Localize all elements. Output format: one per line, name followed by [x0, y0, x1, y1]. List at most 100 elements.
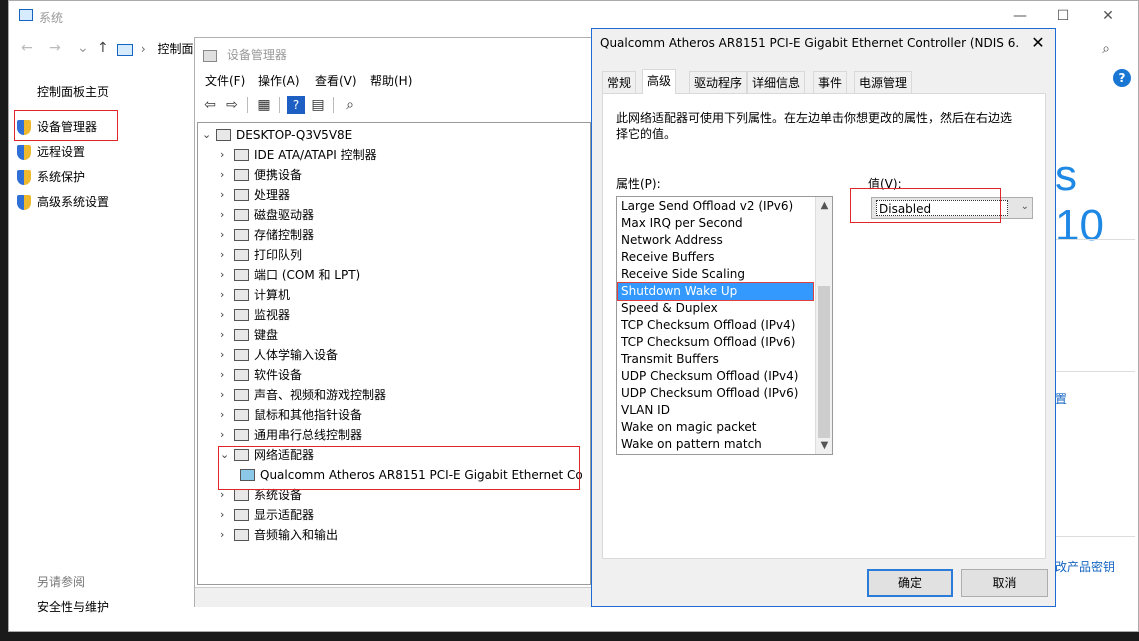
toolbar-separator: [279, 97, 280, 113]
scan-hardware-icon[interactable]: ⌕: [341, 96, 359, 114]
device-icon: [234, 189, 249, 201]
expand-chevron-icon[interactable]: ›: [220, 145, 232, 165]
tree-item-label: 人体学输入设备: [254, 348, 339, 362]
property-item[interactable]: Transmit Buffers: [618, 351, 813, 368]
property-item[interactable]: UDP Checksum Offload (IPv6): [618, 385, 813, 402]
search-icon[interactable]: ⌕: [1102, 41, 1110, 57]
description-text: 此网络适配器可使用下列属性。在左边单击你想更改的属性，然后在右边选择它的值。: [616, 111, 1013, 141]
tab-events[interactable]: 事件: [813, 71, 848, 93]
tab-advanced[interactable]: 高级: [642, 69, 677, 94]
device-icon: [234, 149, 249, 161]
device-icon: [234, 249, 249, 261]
windows-version-text: s 10: [1055, 151, 1104, 250]
help-icon[interactable]: ?: [287, 96, 305, 114]
device-icon: [234, 429, 249, 441]
collapse-chevron-icon[interactable]: ⌄: [202, 125, 214, 145]
property-item[interactable]: Large Send Offload v2 (IPv6): [618, 198, 813, 215]
remote-settings-link[interactable]: 远程设置: [15, 141, 85, 163]
control-panel-home-link[interactable]: 控制面板主页: [37, 83, 109, 100]
scroll-thumb[interactable]: [818, 286, 830, 438]
property-item[interactable]: UDP Checksum Offload (IPv4): [618, 368, 813, 385]
expand-chevron-icon[interactable]: ›: [220, 365, 232, 385]
property-item[interactable]: VLAN ID: [618, 402, 813, 419]
breadcrumb[interactable]: › 控制面: [117, 37, 193, 61]
tab-driver[interactable]: 驱动程序: [689, 71, 748, 93]
dropdown-chevron-icon[interactable]: ⌄: [77, 40, 89, 56]
link-label: 高级系统设置: [37, 195, 110, 209]
divider: [1055, 536, 1135, 537]
menu-help[interactable]: 帮助(H): [370, 72, 412, 89]
property-item[interactable]: Max IRQ per Second: [618, 215, 813, 232]
expand-chevron-icon[interactable]: ›: [220, 505, 232, 525]
scrollbar[interactable]: ▲ ▼: [815, 197, 832, 454]
property-item[interactable]: Wake on magic packet: [618, 419, 813, 436]
security-maintenance-link[interactable]: 安全性与维护: [37, 598, 109, 615]
expand-chevron-icon[interactable]: ›: [220, 405, 232, 425]
toolbar-separator: [247, 97, 248, 113]
properties-icon[interactable]: ▤: [309, 96, 327, 114]
expand-chevron-icon[interactable]: ›: [220, 265, 232, 285]
link-label: 远程设置: [37, 145, 86, 159]
expand-chevron-icon[interactable]: ›: [220, 225, 232, 245]
menu-bar: 文件(F) 操作(A) 查看(V) 帮助(H): [195, 70, 591, 90]
shield-icon: [17, 145, 31, 160]
change-product-key-link[interactable]: 改产品密钥: [1055, 558, 1115, 575]
system-title: 系统: [39, 11, 64, 25]
expand-chevron-icon[interactable]: ›: [220, 305, 232, 325]
expand-chevron-icon[interactable]: ›: [220, 245, 232, 265]
maximize-button[interactable]: ☐: [1052, 5, 1074, 27]
tab-bar: 常规 高级 驱动程序 详细信息 事件 电源管理: [602, 69, 1042, 94]
tab-power-management[interactable]: 电源管理: [854, 71, 913, 93]
show-hide-tree-icon[interactable]: ▦: [255, 96, 273, 114]
device-icon: [234, 229, 249, 241]
forward-arrow-icon[interactable]: →: [49, 40, 61, 56]
forward-arrow-icon[interactable]: ⇨: [223, 96, 241, 114]
expand-chevron-icon[interactable]: ›: [220, 345, 232, 365]
menu-action[interactable]: 操作(A): [258, 72, 300, 89]
menu-file[interactable]: 文件(F): [205, 72, 245, 89]
up-arrow-icon[interactable]: ↑: [97, 40, 109, 56]
device-icon: [234, 209, 249, 221]
breadcrumb-separator-icon: ›: [140, 42, 146, 56]
expand-chevron-icon[interactable]: ›: [220, 385, 232, 405]
cancel-button[interactable]: 取消: [961, 569, 1048, 597]
back-arrow-icon[interactable]: ←: [21, 40, 33, 56]
minimize-button[interactable]: —: [1009, 5, 1031, 27]
tree-item-label: IDE ATA/ATAPI 控制器: [254, 148, 377, 162]
property-item[interactable]: Wake on pattern match: [618, 436, 813, 453]
property-item[interactable]: Network Address: [618, 232, 813, 249]
ok-button[interactable]: 确定: [867, 569, 953, 597]
property-item[interactable]: Speed & Duplex: [618, 300, 813, 317]
highlight-box: [850, 188, 1001, 223]
property-item[interactable]: Receive Side Scaling: [618, 266, 813, 283]
close-icon[interactable]: ✕: [1027, 32, 1049, 54]
property-list[interactable]: Large Send Offload v2 (IPv6) Max IRQ per …: [616, 196, 833, 455]
close-button[interactable]: ✕: [1097, 5, 1119, 27]
expand-chevron-icon[interactable]: ›: [220, 185, 232, 205]
expand-chevron-icon[interactable]: ›: [220, 325, 232, 345]
breadcrumb-item[interactable]: 控制面: [157, 42, 193, 56]
back-arrow-icon[interactable]: ⇦: [201, 96, 219, 114]
device-icon: [234, 409, 249, 421]
chevron-down-icon[interactable]: ⌄: [1021, 201, 1029, 212]
system-titlebar: 系统 — ☐ ✕: [9, 1, 1138, 31]
property-item[interactable]: Receive Buffers: [618, 249, 813, 266]
property-item[interactable]: TCP Checksum Offload (IPv4): [618, 317, 813, 334]
expand-chevron-icon[interactable]: ›: [220, 285, 232, 305]
tab-details[interactable]: 详细信息: [747, 71, 806, 93]
scroll-down-icon[interactable]: ▼: [816, 437, 832, 454]
advanced-system-settings-link[interactable]: 高级系统设置: [15, 191, 109, 213]
change-settings-link[interactable]: 置: [1055, 390, 1067, 407]
expand-chevron-icon[interactable]: ›: [220, 425, 232, 445]
scroll-up-icon[interactable]: ▲: [816, 197, 832, 214]
properties-dialog: Qualcomm Atheros AR8151 PCI-E Gigabit Et…: [591, 28, 1056, 607]
property-item[interactable]: TCP Checksum Offload (IPv6): [618, 334, 813, 351]
tab-general[interactable]: 常规: [602, 71, 637, 93]
menu-view[interactable]: 查看(V): [315, 72, 357, 89]
expand-chevron-icon[interactable]: ›: [220, 205, 232, 225]
property-item[interactable]: Shutdown Wake Up: [617, 282, 814, 301]
system-protection-link[interactable]: 系统保护: [15, 166, 85, 188]
help-icon[interactable]: ?: [1113, 69, 1131, 87]
expand-chevron-icon[interactable]: ›: [220, 525, 232, 545]
expand-chevron-icon[interactable]: ›: [220, 165, 232, 185]
